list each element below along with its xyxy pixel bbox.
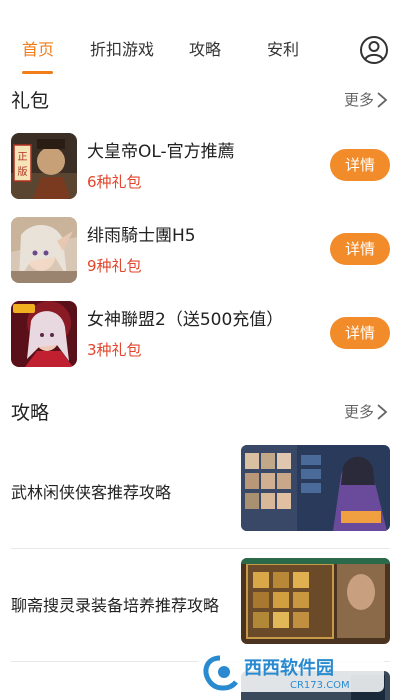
tab-home[interactable]: 首页 bbox=[22, 38, 54, 62]
site-watermark: 西西软件园 CR173.COM bbox=[198, 650, 384, 694]
gift-list-item[interactable]: 正 版 大皇帝OL-官方推薦 6种礼包 详情 bbox=[0, 133, 400, 205]
gift-count: 9种礼包 bbox=[87, 257, 142, 275]
chevron-right-icon bbox=[377, 403, 388, 420]
game-name: 女神聯盟2（送500充值） bbox=[87, 310, 284, 330]
svg-text:正: 正 bbox=[18, 152, 28, 163]
tab-recommend[interactable]: 安利 bbox=[267, 38, 299, 62]
chevron-right-icon bbox=[377, 91, 388, 108]
detail-button[interactable]: 详情 bbox=[330, 233, 390, 265]
guide-more-link[interactable]: 更多 bbox=[344, 401, 388, 422]
guide-list-item[interactable]: 聊斋搜灵录装备培养推荐攻略 bbox=[0, 558, 400, 658]
top-navigation: 首页 折扣游戏 攻略 安利 bbox=[0, 0, 400, 80]
gift-more-link[interactable]: 更多 bbox=[344, 89, 388, 110]
tab-discount-games[interactable]: 折扣游戏 bbox=[90, 38, 154, 62]
svg-text:版: 版 bbox=[18, 165, 28, 178]
gift-list-item[interactable]: 绯雨騎士團H5 9种礼包 详情 bbox=[0, 217, 400, 289]
guide-title: 聊斋搜灵录装备培养推荐攻略 bbox=[11, 596, 220, 615]
game-thumbnail bbox=[11, 301, 77, 367]
guide-list-item[interactable]: 武林闲侠侠客推荐攻略 bbox=[0, 445, 400, 545]
game-thumbnail: 正 版 bbox=[11, 133, 77, 199]
more-label: 更多 bbox=[343, 91, 374, 109]
watermark-brand: 西西软件园 bbox=[244, 657, 334, 679]
guide-thumbnail bbox=[241, 445, 390, 531]
guide-section-title: 攻略 bbox=[11, 402, 50, 424]
guide-thumbnail bbox=[241, 558, 390, 644]
user-icon[interactable] bbox=[359, 35, 389, 65]
gift-list-item[interactable]: 女神聯盟2（送500充值） 3种礼包 详情 bbox=[0, 301, 400, 373]
gift-count: 6种礼包 bbox=[87, 173, 142, 191]
gift-count: 3种礼包 bbox=[87, 341, 142, 359]
detail-button[interactable]: 详情 bbox=[330, 149, 390, 181]
detail-button[interactable]: 详情 bbox=[330, 317, 390, 349]
gift-section-title: 礼包 bbox=[11, 90, 50, 112]
game-thumbnail bbox=[11, 217, 77, 283]
active-tab-indicator bbox=[22, 71, 53, 74]
more-label: 更多 bbox=[343, 403, 374, 421]
game-name: 大皇帝OL-官方推薦 bbox=[87, 142, 235, 162]
guide-title: 武林闲侠侠客推荐攻略 bbox=[11, 483, 172, 502]
divider bbox=[11, 548, 390, 549]
watermark-url: CR173.COM bbox=[290, 680, 350, 691]
tab-guides[interactable]: 攻略 bbox=[189, 38, 221, 62]
game-name: 绯雨騎士團H5 bbox=[87, 226, 196, 246]
